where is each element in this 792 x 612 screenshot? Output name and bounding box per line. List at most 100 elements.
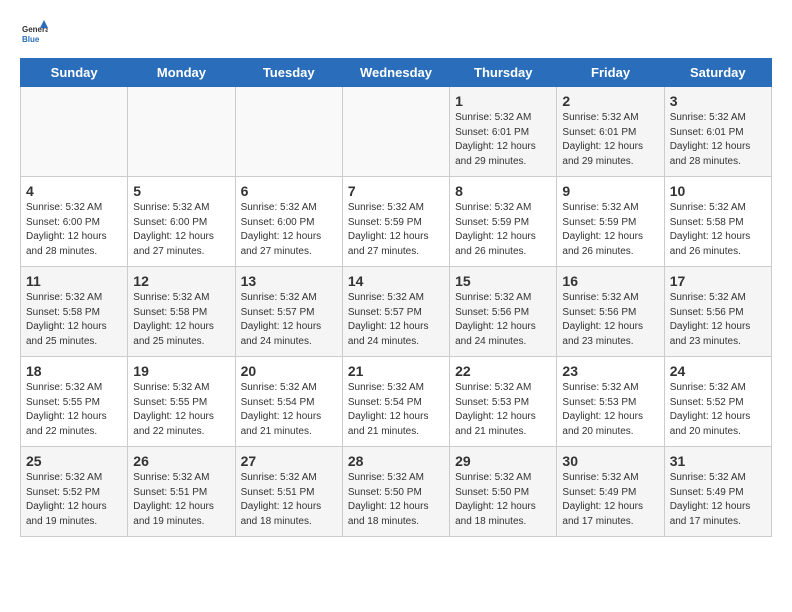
- calendar-cell: 30 Sunrise: 5:32 AM Sunset: 5:49 PM Dayli…: [557, 447, 664, 537]
- calendar-cell: 18Sunrise: 5:32 AM Sunset: 5:55 PM Dayli…: [21, 357, 128, 447]
- calendar-cell: 6 Sunrise: 5:32 AM Sunset: 6:00 PM Daylig…: [235, 177, 342, 267]
- calendar-cell: 21 Sunrise: 5:32 AM Sunset: 5:54 PM Dayli…: [342, 357, 449, 447]
- day-number: 3: [670, 93, 766, 109]
- day-number: 24: [670, 363, 766, 379]
- header-tuesday: Tuesday: [235, 59, 342, 87]
- day-details: Sunrise: 5:32 AM Sunset: 5:54 PM Dayligh…: [241, 381, 337, 439]
- day-details: Sunrise: 5:32 AM Sunset: 5:51 PM Dayligh…: [133, 471, 229, 529]
- calendar-cell: 7Sunrise: 5:32 AM Sunset: 5:59 PM Daylig…: [342, 177, 449, 267]
- day-number: 12: [133, 273, 229, 289]
- day-details: Sunrise: 5:32 AM Sunset: 5:50 PM Dayligh…: [348, 471, 444, 529]
- day-number: 15: [455, 273, 551, 289]
- day-number: 21: [348, 363, 444, 379]
- day-number: 10: [670, 183, 766, 199]
- day-details: Sunrise: 5:32 AM Sunset: 5:59 PM Dayligh…: [562, 201, 658, 259]
- calendar-cell: 27Sunrise: 5:32 AM Sunset: 5:51 PM Dayli…: [235, 447, 342, 537]
- day-details: Sunrise: 5:32 AM Sunset: 6:01 PM Dayligh…: [562, 111, 658, 169]
- day-number: 25: [26, 453, 122, 469]
- day-number: 22: [455, 363, 551, 379]
- calendar-cell: [21, 87, 128, 177]
- day-details: Sunrise: 5:32 AM Sunset: 6:00 PM Dayligh…: [133, 201, 229, 259]
- calendar-cell: 23 Sunrise: 5:32 AM Sunset: 5:53 PM Dayli…: [557, 357, 664, 447]
- week-row-2: 11 Sunrise: 5:32 AM Sunset: 5:58 PM Dayli…: [21, 267, 772, 357]
- day-number: 19: [133, 363, 229, 379]
- calendar-cell: 28 Sunrise: 5:32 AM Sunset: 5:50 PM Dayli…: [342, 447, 449, 537]
- calendar-cell: 8 Sunrise: 5:32 AM Sunset: 5:59 PM Daylig…: [450, 177, 557, 267]
- header-sunday: Sunday: [21, 59, 128, 87]
- day-details: Sunrise: 5:32 AM Sunset: 5:56 PM Dayligh…: [455, 291, 551, 349]
- header-saturday: Saturday: [664, 59, 771, 87]
- calendar-body: 1Sunrise: 5:32 AM Sunset: 6:01 PM Daylig…: [21, 87, 772, 537]
- day-number: 29: [455, 453, 551, 469]
- day-details: Sunrise: 5:32 AM Sunset: 5:59 PM Dayligh…: [455, 201, 551, 259]
- day-details: Sunrise: 5:32 AM Sunset: 5:58 PM Dayligh…: [133, 291, 229, 349]
- header-monday: Monday: [128, 59, 235, 87]
- calendar-cell: 16 Sunrise: 5:32 AM Sunset: 5:56 PM Dayli…: [557, 267, 664, 357]
- day-details: Sunrise: 5:32 AM Sunset: 6:01 PM Dayligh…: [670, 111, 766, 169]
- day-details: Sunrise: 5:32 AM Sunset: 5:52 PM Dayligh…: [670, 381, 766, 439]
- header-friday: Friday: [557, 59, 664, 87]
- day-details: Sunrise: 5:32 AM Sunset: 5:49 PM Dayligh…: [562, 471, 658, 529]
- day-number: 23: [562, 363, 658, 379]
- calendar-cell: [342, 87, 449, 177]
- day-number: 14: [348, 273, 444, 289]
- day-details: Sunrise: 5:32 AM Sunset: 5:56 PM Dayligh…: [670, 291, 766, 349]
- day-number: 2: [562, 93, 658, 109]
- day-number: 16: [562, 273, 658, 289]
- day-details: Sunrise: 5:32 AM Sunset: 5:57 PM Dayligh…: [348, 291, 444, 349]
- calendar-cell: 31Sunrise: 5:32 AM Sunset: 5:49 PM Dayli…: [664, 447, 771, 537]
- day-number: 5: [133, 183, 229, 199]
- calendar-cell: 3 Sunrise: 5:32 AM Sunset: 6:01 PM Daylig…: [664, 87, 771, 177]
- calendar-header: SundayMondayTuesdayWednesdayThursdayFrid…: [21, 59, 772, 87]
- day-details: Sunrise: 5:32 AM Sunset: 5:50 PM Dayligh…: [455, 471, 551, 529]
- calendar-cell: 1Sunrise: 5:32 AM Sunset: 6:01 PM Daylig…: [450, 87, 557, 177]
- day-number: 30: [562, 453, 658, 469]
- day-details: Sunrise: 5:32 AM Sunset: 5:52 PM Dayligh…: [26, 471, 122, 529]
- calendar-cell: [235, 87, 342, 177]
- calendar-cell: 4Sunrise: 5:32 AM Sunset: 6:00 PM Daylig…: [21, 177, 128, 267]
- day-details: Sunrise: 5:32 AM Sunset: 5:54 PM Dayligh…: [348, 381, 444, 439]
- day-number: 13: [241, 273, 337, 289]
- day-details: Sunrise: 5:32 AM Sunset: 5:55 PM Dayligh…: [133, 381, 229, 439]
- calendar-cell: 24 Sunrise: 5:32 AM Sunset: 5:52 PM Dayli…: [664, 357, 771, 447]
- day-details: Sunrise: 5:32 AM Sunset: 6:00 PM Dayligh…: [241, 201, 337, 259]
- calendar-cell: 26 Sunrise: 5:32 AM Sunset: 5:51 PM Dayli…: [128, 447, 235, 537]
- day-details: Sunrise: 5:32 AM Sunset: 5:53 PM Dayligh…: [562, 381, 658, 439]
- calendar-cell: 14 Sunrise: 5:32 AM Sunset: 5:57 PM Dayli…: [342, 267, 449, 357]
- day-number: 4: [26, 183, 122, 199]
- header-thursday: Thursday: [450, 59, 557, 87]
- day-number: 20: [241, 363, 337, 379]
- day-number: 6: [241, 183, 337, 199]
- day-number: 17: [670, 273, 766, 289]
- week-row-3: 18 Sunrise: 5:32 AM Sunset: 5:55 PM Dayli…: [21, 357, 772, 447]
- day-number: 9: [562, 183, 658, 199]
- day-details: Sunrise: 5:32 AM Sunset: 6:01 PM Dayligh…: [455, 111, 551, 169]
- day-details: Sunrise: 5:32 AM Sunset: 5:56 PM Dayligh…: [562, 291, 658, 349]
- calendar-cell: 10 Sunrise: 5:32 AM Sunset: 5:58 PM Dayli…: [664, 177, 771, 267]
- day-number: 18: [26, 363, 122, 379]
- week-row-0: 1Sunrise: 5:32 AM Sunset: 6:01 PM Daylig…: [21, 87, 772, 177]
- calendar-cell: 9 Sunrise: 5:32 AM Sunset: 5:59 PM Daylig…: [557, 177, 664, 267]
- page-header: General Blue: [20, 20, 772, 48]
- day-number: 28: [348, 453, 444, 469]
- week-row-1: 4 Sunrise: 5:32 AM Sunset: 6:00 PM Daylig…: [21, 177, 772, 267]
- calendar-cell: 2 Sunrise: 5:32 AM Sunset: 6:01 PM Daylig…: [557, 87, 664, 177]
- calendar-cell: 29 Sunrise: 5:32 AM Sunset: 5:50 PM Dayli…: [450, 447, 557, 537]
- week-row-4: 25 Sunrise: 5:32 AM Sunset: 5:52 PM Dayli…: [21, 447, 772, 537]
- day-number: 26: [133, 453, 229, 469]
- logo: General Blue: [20, 20, 52, 48]
- calendar-cell: 13Sunrise: 5:32 AM Sunset: 5:57 PM Dayli…: [235, 267, 342, 357]
- calendar-table: SundayMondayTuesdayWednesdayThursdayFrid…: [20, 58, 772, 537]
- day-number: 8: [455, 183, 551, 199]
- calendar-cell: 15 Sunrise: 5:32 AM Sunset: 5:56 PM Dayli…: [450, 267, 557, 357]
- calendar-cell: 11 Sunrise: 5:32 AM Sunset: 5:58 PM Dayli…: [21, 267, 128, 357]
- calendar-cell: 12 Sunrise: 5:32 AM Sunset: 5:58 PM Dayli…: [128, 267, 235, 357]
- day-details: Sunrise: 5:32 AM Sunset: 5:53 PM Dayligh…: [455, 381, 551, 439]
- day-details: Sunrise: 5:32 AM Sunset: 5:58 PM Dayligh…: [670, 201, 766, 259]
- day-number: 11: [26, 273, 122, 289]
- header-wednesday: Wednesday: [342, 59, 449, 87]
- calendar-cell: [128, 87, 235, 177]
- calendar-cell: 22 Sunrise: 5:32 AM Sunset: 5:53 PM Dayli…: [450, 357, 557, 447]
- calendar-cell: 5 Sunrise: 5:32 AM Sunset: 6:00 PM Daylig…: [128, 177, 235, 267]
- day-details: Sunrise: 5:32 AM Sunset: 5:58 PM Dayligh…: [26, 291, 122, 349]
